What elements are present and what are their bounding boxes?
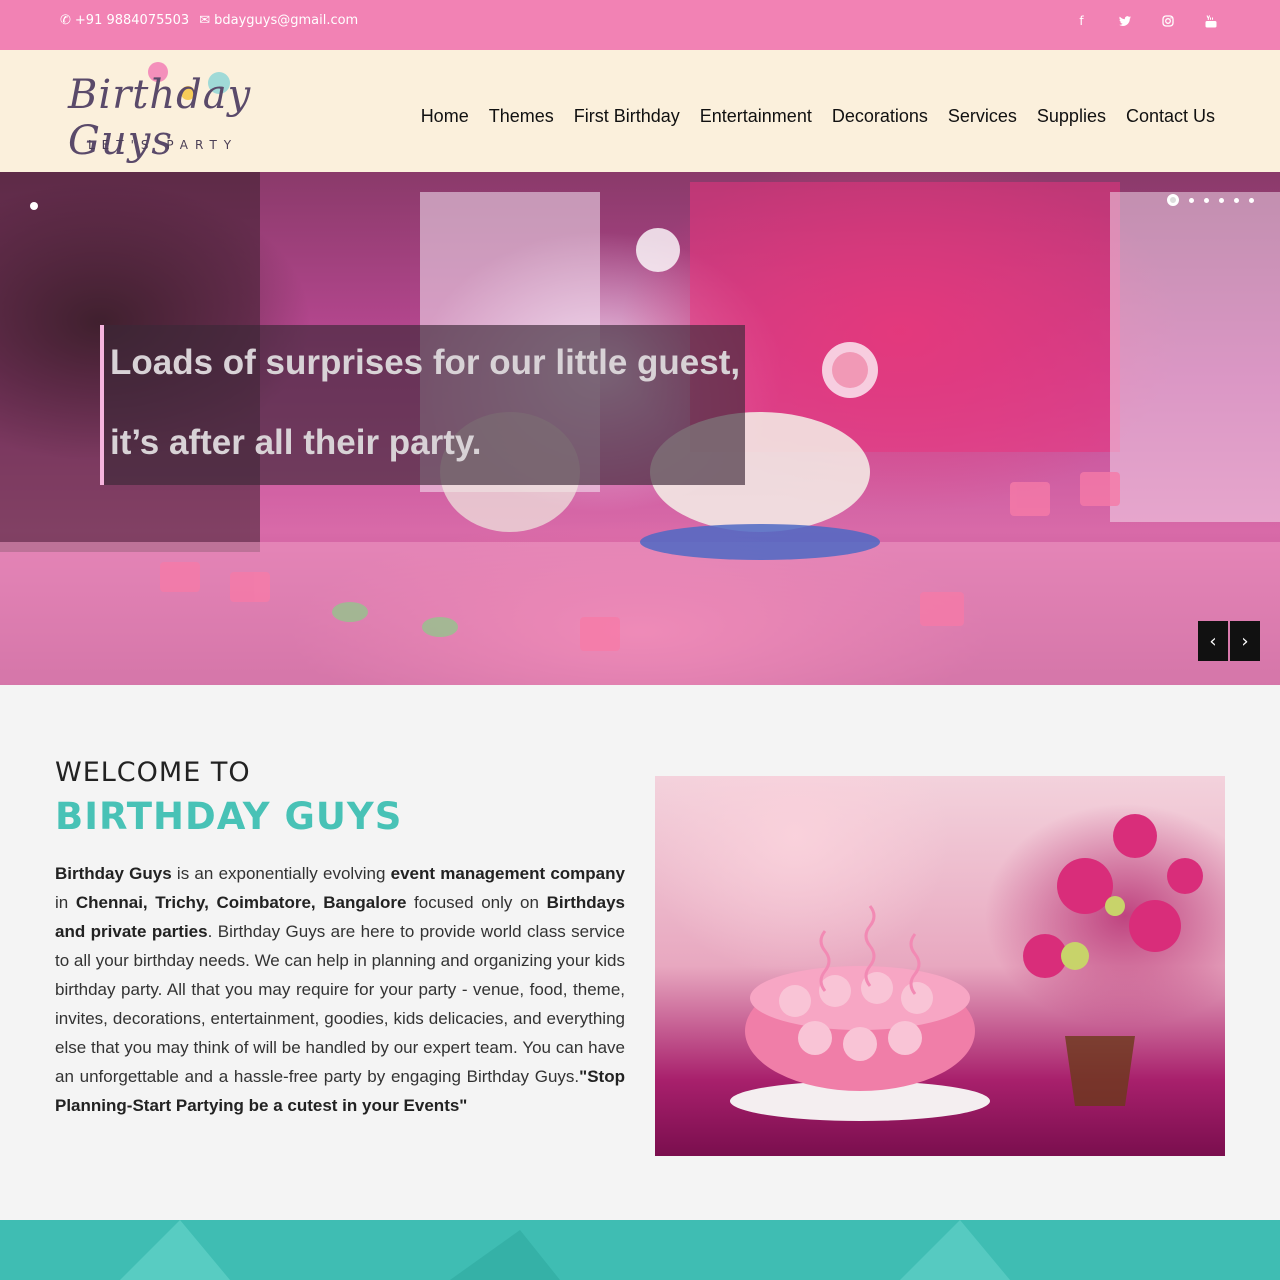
next-section-strip xyxy=(0,1220,1280,1280)
cake-photo xyxy=(655,776,1225,1156)
envelope-icon: ✉ xyxy=(199,13,211,28)
nav-decorations[interactable]: Decorations xyxy=(832,106,928,127)
twitter-icon[interactable] xyxy=(1117,13,1132,29)
bold-company: event management company xyxy=(390,864,625,883)
main-navigation: Home Themes First Birthday Entertainment… xyxy=(421,106,1215,127)
social-links: f xyxy=(1074,13,1218,29)
chevron-left-icon[interactable]: ‹ xyxy=(1198,621,1228,661)
slide-dot-6[interactable] xyxy=(1249,197,1254,203)
nav-supplies[interactable]: Supplies xyxy=(1037,106,1106,127)
contact-info: ✆ +91 9884075503 ✉ bdayguys@gmail.com xyxy=(60,13,358,28)
caption-line-2: it’s after all their party. xyxy=(110,423,482,462)
slide-caption: Loads of surprises for our little guest,… xyxy=(100,325,745,485)
slide-dot-1[interactable] xyxy=(1167,194,1179,206)
text-segment: in xyxy=(55,893,76,912)
nav-entertainment[interactable]: Entertainment xyxy=(700,106,812,127)
welcome-heading-brand: BIRTHDAY GUYS xyxy=(55,795,403,838)
text-segment: focused only on xyxy=(406,893,547,912)
nav-contact-us[interactable]: Contact Us xyxy=(1126,106,1215,127)
slider-arrows: ‹ › xyxy=(1198,621,1260,661)
email-contact[interactable]: ✉ bdayguys@gmail.com xyxy=(199,13,358,28)
slide-dot-4[interactable] xyxy=(1219,197,1224,203)
nav-themes[interactable]: Themes xyxy=(489,106,554,127)
email-address: bdayguys@gmail.com xyxy=(214,13,359,28)
logo-tagline: LET'S PARTY xyxy=(88,138,239,152)
welcome-paragraph: Birthday Guys is an exponentially evolvi… xyxy=(55,859,625,1120)
bold-cities: Chennai, Trichy, Coimbatore, Bangalore xyxy=(75,893,407,912)
slider-corner-dot xyxy=(30,202,38,210)
youtube-icon[interactable] xyxy=(1203,13,1218,29)
bold-brand: Birthday Guys xyxy=(55,864,172,883)
site-logo[interactable]: Birthday Guys LET'S PARTY xyxy=(64,60,304,164)
caption-line-1: Loads of surprises for our little guest, xyxy=(110,343,741,382)
slide-dot-2[interactable] xyxy=(1189,197,1194,203)
welcome-heading-small: WELCOME TO xyxy=(55,757,251,788)
phone-number: +91 9884075503 xyxy=(74,13,190,28)
slide-pagination xyxy=(1167,194,1254,206)
hero-slider: Loads of surprises for our little guest,… xyxy=(0,172,1280,685)
nav-first-birthday[interactable]: First Birthday xyxy=(574,106,680,127)
phone-icon: ✆ xyxy=(60,13,71,28)
chevron-right-icon[interactable]: › xyxy=(1230,621,1260,661)
site-header: Birthday Guys LET'S PARTY Home Themes Fi… xyxy=(0,50,1280,172)
teal-background-pattern xyxy=(120,1220,1010,1280)
cake-illustration xyxy=(730,814,1203,1121)
facebook-icon[interactable]: f xyxy=(1074,13,1089,29)
slide-dot-3[interactable] xyxy=(1204,197,1209,203)
text-segment: . Birthday Guys are here to provide worl… xyxy=(55,922,625,1086)
text-segment: is an exponentially evolving xyxy=(171,864,391,883)
phone-contact[interactable]: ✆ +91 9884075503 xyxy=(60,13,189,28)
instagram-icon[interactable] xyxy=(1160,13,1175,29)
welcome-section: WELCOME TO BIRTHDAY GUYS Birthday Guys i… xyxy=(0,691,1280,1220)
slide-dot-5[interactable] xyxy=(1234,197,1239,203)
nav-services[interactable]: Services xyxy=(948,106,1017,127)
top-bar: ✆ +91 9884075503 ✉ bdayguys@gmail.com f xyxy=(0,0,1280,50)
nav-home[interactable]: Home xyxy=(421,106,469,127)
